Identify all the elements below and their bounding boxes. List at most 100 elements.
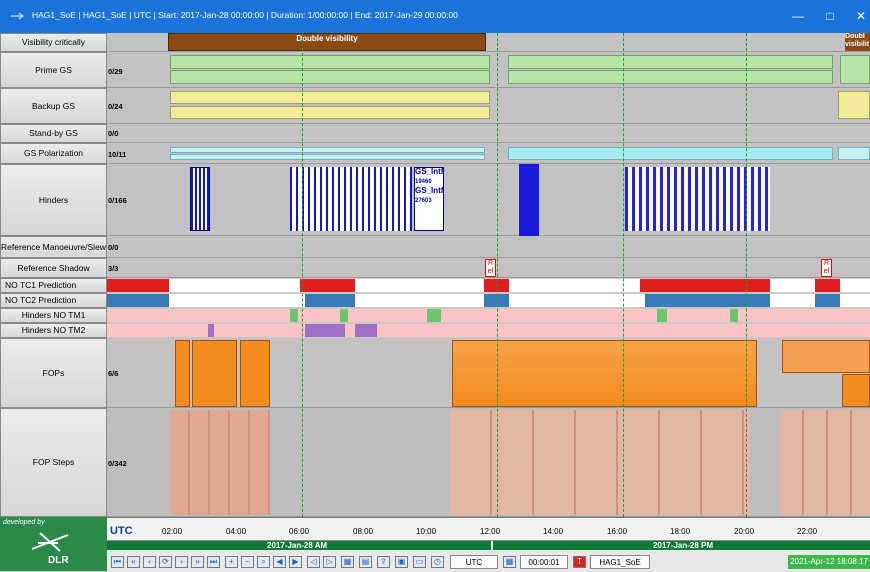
row-count-reference-manoeuvre: 0/0 — [108, 243, 119, 252]
hinders-no-tm1-bar[interactable] — [730, 309, 738, 322]
no-tc2-bar[interactable] — [107, 294, 169, 307]
pan-forward-icon[interactable]: ▷ — [323, 556, 336, 568]
no-tc1-bar[interactable] — [107, 279, 169, 292]
hinders-no-tm1-bar[interactable] — [340, 309, 348, 322]
row-reference-manoeuvre — [107, 236, 870, 258]
zoom-in-icon[interactable]: + — [225, 556, 238, 568]
row-count-gs-polarization: 10/11 — [108, 150, 127, 159]
tick-label: 12:00 — [480, 527, 501, 536]
gs-polarization-bar[interactable] — [170, 147, 485, 153]
no-tc2-bar[interactable] — [815, 294, 840, 307]
prime-gs-bar[interactable] — [170, 55, 490, 69]
row-label-fop-steps: FOP Steps — [0, 408, 107, 517]
pan-right-icon[interactable]: ▶ — [289, 556, 302, 568]
jump-end-icon[interactable]: ⏭ — [207, 556, 220, 568]
hinder-block[interactable] — [290, 167, 412, 231]
minimize-button[interactable]: — — [790, 8, 806, 24]
prime-gs-bar[interactable] — [508, 55, 833, 69]
backup-gs-bar[interactable] — [170, 106, 490, 119]
save-icon[interactable]: ▭ — [413, 556, 426, 568]
row-count-standby-gs: 0/0 — [108, 129, 119, 138]
row-label-hinders: Hinders — [0, 164, 107, 236]
day-bar-am: 2017-Jan-28 AM — [107, 541, 491, 550]
tick-label: 20:00 — [734, 527, 755, 536]
prime-gs-bar[interactable] — [840, 55, 870, 84]
pan-left-icon[interactable]: ◀ — [273, 556, 286, 568]
step-forward-icon[interactable]: › — [175, 556, 188, 568]
prime-gs-bar[interactable] — [170, 70, 490, 84]
reference-shadow-marker[interactable]: R ef — [821, 259, 832, 277]
tick-label: 06:00 — [289, 527, 310, 536]
maximize-button[interactable]: □ — [822, 8, 838, 24]
hinders-no-tm1-bar[interactable] — [290, 309, 298, 322]
export-icon[interactable]: ⇪ — [377, 556, 390, 568]
hinder-block[interactable] — [519, 164, 539, 236]
gs-polarization-bar[interactable] — [508, 147, 833, 160]
fop-bar[interactable] — [782, 340, 870, 373]
row-label-gs-polarization: GS Polarization — [0, 143, 107, 164]
double-visibility-bar[interactable]: Double visibility — [168, 33, 486, 51]
duration-field[interactable]: 00:00:01 — [520, 555, 568, 569]
no-tc2-bar[interactable] — [305, 294, 355, 307]
hinder-block[interactable] — [190, 167, 210, 231]
guide-line — [302, 33, 303, 517]
prime-gs-bar[interactable] — [508, 70, 833, 84]
utc-label: UTC — [110, 525, 133, 537]
pan-back-icon[interactable]: ◁ — [307, 556, 320, 568]
fop-bar[interactable] — [192, 340, 237, 407]
title-bar: HAG1_SoE | HAG1_SoE | UTC | Start: 2017-… — [0, 0, 870, 33]
row-label-no-tc2: NO TC2 Prediction — [0, 293, 107, 308]
close-button[interactable]: ✕ — [853, 8, 869, 24]
dlr-logo-icon — [31, 532, 69, 552]
soe-field[interactable]: HAG1_SoE — [590, 555, 650, 569]
hinders-no-tm1-bar[interactable] — [657, 309, 667, 322]
guide-line — [497, 33, 498, 517]
backup-gs-bar[interactable] — [170, 91, 490, 104]
fast-back-icon[interactable]: « — [127, 556, 140, 568]
reference-shadow-marker[interactable]: R ef — [485, 259, 496, 277]
current-datetime: 2021-Apr-12 18:08:17 — [788, 555, 870, 569]
fop-step-group[interactable] — [780, 410, 870, 515]
gs-intf-label-1: GS_Intf 19460 — [415, 167, 443, 185]
zoom-out-icon[interactable]: − — [241, 556, 254, 568]
hinders-no-tm2-bar[interactable] — [208, 324, 214, 337]
fop-bar[interactable] — [175, 340, 190, 407]
tick-label: 22:00 — [797, 527, 818, 536]
hinders-no-tm2-bar[interactable] — [355, 324, 377, 337]
row-count-backup-gs: 0/24 — [108, 102, 123, 111]
dlr-branding: developed by DLR — [0, 517, 107, 571]
hinders-no-tm1-bar[interactable] — [427, 309, 441, 322]
hinders-no-tm2-bar[interactable] — [305, 324, 345, 337]
zoom-fit-icon[interactable]: ⌕ — [257, 556, 270, 568]
row-count-fops: 6/6 — [108, 369, 119, 378]
gs-polarization-bar[interactable] — [170, 154, 485, 160]
jump-start-icon[interactable]: ⏮ — [111, 556, 124, 568]
hinders-no-tm2-track — [107, 324, 870, 337]
row-label-prime-gs: Prime GS — [0, 52, 107, 88]
fop-bar[interactable] — [842, 374, 870, 407]
gs-intf-1-text: GS_Intf — [415, 167, 444, 176]
no-tc1-bar[interactable] — [300, 279, 355, 292]
timezone-field[interactable]: UTC — [450, 555, 498, 569]
fop-step-group[interactable] — [170, 410, 270, 515]
backup-gs-bar[interactable] — [838, 91, 870, 119]
no-tc1-bar[interactable] — [640, 279, 770, 292]
fop-bar[interactable] — [240, 340, 270, 407]
no-tc2-bar[interactable] — [645, 294, 770, 307]
clock-icon[interactable]: ◷ — [431, 556, 444, 568]
fast-forward-icon[interactable]: » — [191, 556, 204, 568]
row-count-fop-steps: 0/342 — [108, 459, 127, 468]
fop-step-group[interactable] — [450, 410, 750, 515]
no-tc1-bar[interactable] — [815, 279, 840, 292]
row-label-fops: FOPs — [0, 338, 107, 408]
layout-icon[interactable]: ▤ — [359, 556, 372, 568]
soe-icon[interactable]: T — [573, 556, 586, 568]
grid-icon[interactable]: ▣ — [395, 556, 408, 568]
table-icon[interactable]: ▦ — [341, 556, 354, 568]
step-back-icon[interactable]: ‹ — [143, 556, 156, 568]
gs-polarization-bar[interactable] — [838, 147, 870, 160]
double-visibility-bar-right[interactable]: Doubl visibilit — [845, 33, 870, 51]
calendar-icon[interactable]: ▦ — [503, 556, 516, 568]
refresh-icon[interactable]: ⟳ — [159, 556, 172, 568]
hinder-block[interactable] — [625, 167, 770, 231]
